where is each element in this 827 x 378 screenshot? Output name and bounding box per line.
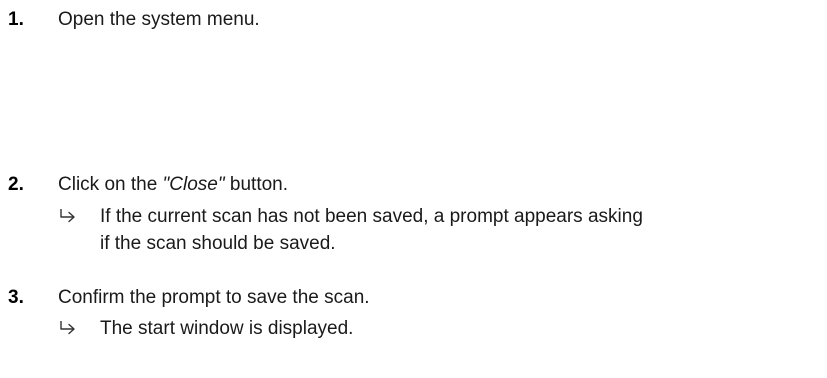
result-text: If the current scan has not been saved, … [100,203,827,257]
step-text: Click on the "Close" button. [58,171,288,198]
result-arrow-icon [60,209,75,223]
step-3-result: The start window is displayed. [58,315,827,342]
step-text: Confirm the prompt to save the scan. [58,287,370,308]
result-arrow-icon [60,321,75,335]
result-line: if the scan should be saved. [100,233,336,254]
step-2-result: If the current scan has not been saved, … [58,203,827,257]
step-number: 1. [8,9,24,30]
step-text-after: button. [224,174,289,195]
result-text: The start window is displayed. [100,315,827,342]
step-number: 2. [8,174,24,195]
step-number: 3. [8,287,24,308]
result-line: If the current scan has not been saved, … [100,206,643,227]
step-text-before: Click on the [58,174,163,195]
step-text: Open the system menu. [58,9,260,30]
close-button-reference: "Close" [162,174,225,195]
result-line: The start window is displayed. [100,318,354,339]
